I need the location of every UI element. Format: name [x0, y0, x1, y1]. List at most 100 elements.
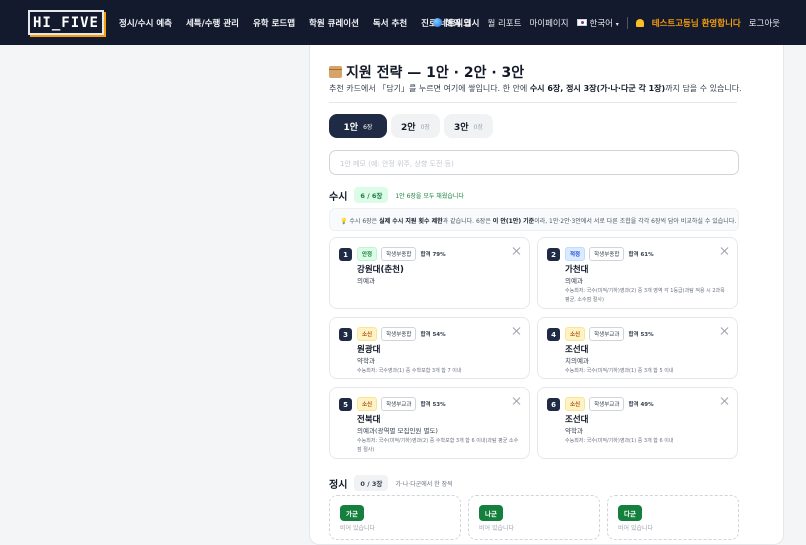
logo[interactable]: HI_FIVE — [28, 10, 104, 35]
card-tags: 안정 학생부종합 합격 79% — [357, 247, 446, 261]
university-name: 가천대 — [565, 265, 589, 275]
welcome-text: 테스트고등님 환영합니다 — [651, 18, 741, 29]
susi-card[interactable]: 1 안정 학생부종합 합격 79% 강원대(춘천) 의예과 — [329, 237, 530, 309]
globe-icon — [433, 17, 443, 27]
group-slot-ga[interactable]: 가군 비어 있습니다 — [329, 495, 461, 540]
group-label: 다군 — [618, 505, 642, 521]
card-number: 5 — [339, 398, 352, 411]
level-tag: 소신 — [357, 397, 378, 411]
susi-title: 수시 — [329, 191, 348, 203]
info-text: 수시 6장은 — [349, 218, 380, 225]
department-name: 약학과 — [565, 427, 583, 435]
university-name: 강원대(춘천) — [357, 265, 404, 275]
close-icon[interactable] — [513, 327, 521, 335]
strategy-panel: 지원 전략 — 1안 · 2안 · 3안 추천 카드에서 「담기」를 누르면 여… — [309, 45, 784, 545]
korea-flag-icon — [576, 18, 587, 26]
susi-card[interactable]: 5 소신 학생부교과 합격 53% 전북대 의예과(광역별 모집인원 별도) 수능최저: 국… — [329, 387, 530, 459]
info-bold-2: 이 안(1안) 기준 — [492, 218, 535, 225]
group-label: 나군 — [479, 505, 503, 521]
card-number: 1 — [339, 248, 352, 261]
card-tags: 소신 학생부종합 합격 54% — [357, 327, 446, 341]
tab-count: 0장 — [473, 123, 483, 131]
jeongsi-title: 정시 — [329, 479, 348, 491]
nav-item-record[interactable]: 세특/수행 관리 — [186, 17, 239, 29]
pass-probability: 합격 54% — [420, 332, 446, 338]
description-end: 까지 담을 수 있습니다. — [665, 84, 742, 93]
admission-type-tag: 학생부교과 — [381, 397, 417, 411]
tab-count: 6장 — [363, 123, 373, 131]
empty-text: 비어 있습니다 — [618, 525, 654, 532]
divider — [329, 102, 737, 103]
tab-plan-3[interactable]: 3안 0장 — [444, 114, 493, 138]
card-number: 3 — [339, 328, 352, 341]
admission-type-tag: 학생부종합 — [589, 247, 625, 261]
page-description: 추천 카드에서 「담기」를 누르면 여기에 쌓입니다. 한 안에 수시 6장, … — [329, 83, 742, 94]
csat-requirement: 수능최저: 국수영과(1) 중 수학포함 3개 합 7 이내 — [357, 368, 462, 374]
department-name: 치의예과 — [565, 357, 589, 365]
susi-card[interactable]: 3 소신 학생부종합 합격 54% 원광대약학과수능최저: 국수영과(1) 중 수학포함… — [329, 317, 530, 379]
level-tag: 소신 — [565, 327, 586, 341]
tab-label: 2안 — [401, 122, 416, 133]
study-abroad-label: 해외 입시 — [445, 18, 480, 29]
card-tags: 소신 학생부교과 합격 49% — [565, 397, 654, 411]
card-number: 6 — [547, 398, 560, 411]
susi-status: 1안 6장을 모두 채웠습니다 — [395, 192, 464, 200]
card-number: 2 — [547, 248, 560, 261]
jeongsi-count-badge: 0 / 3장 — [354, 475, 389, 491]
group-slot-da[interactable]: 다군비어 있습니다 — [607, 495, 739, 540]
group-slot-na[interactable]: 나군비어 있습니다 — [468, 495, 600, 540]
nav-item-study-abroad-roadmap[interactable]: 유학 로드맵 — [253, 17, 295, 29]
language-label: 한국어 — [589, 18, 614, 29]
department-name: 약학과 — [357, 357, 375, 365]
lightbulb-icon: 💡 — [340, 218, 350, 225]
nav-item-academy[interactable]: 학원 큐레이션 — [309, 17, 359, 29]
csat-requirement: 수능최저: 국수(미적/기하)영과(1) 중 3개 합 6 이내 — [565, 438, 674, 444]
logout-link[interactable]: 로그아웃 — [749, 17, 780, 29]
admission-type-tag: 학생부교과 — [589, 397, 625, 411]
university-name: 원광대 — [357, 345, 381, 355]
study-abroad-link[interactable]: 해외 입시 — [433, 17, 479, 29]
main-nav: 정시/수시 예측 세특/수행 관리 유학 로드맵 학원 큐레이션 독서 추천 진… — [112, 17, 478, 29]
pass-probability: 합격 53% — [420, 402, 446, 408]
nav-item-reading[interactable]: 독서 추천 — [373, 17, 407, 29]
page-title: 지원 전략 — 1안 · 2안 · 3안 — [329, 62, 524, 82]
susi-card[interactable]: 2 적정 학생부종합 합격 61% 가천대 의예과 수능최저: 국수(미적/기하)영과(2)… — [537, 237, 738, 309]
nav-item-prediction[interactable]: 정시/수시 예측 — [119, 17, 172, 29]
susi-card[interactable]: 6 소신 학생부교과 합격 49% 조선대 약학과 수능최저: 국수(미적/기하)영과(1)… — [537, 387, 738, 459]
card-tags: 소신 학생부교과 합격 53% — [357, 397, 446, 411]
tab-label: 3안 — [454, 122, 469, 133]
pass-probability: 합격 53% — [628, 332, 654, 338]
bell-icon[interactable] — [635, 18, 644, 27]
top-navigation-bar: HI_FIVE 정시/수시 예측 세특/수행 관리 유학 로드맵 학원 큐레이션… — [0, 0, 806, 45]
department-name: 의예과 — [357, 277, 375, 285]
university-name: 조선대 — [565, 345, 589, 355]
close-icon[interactable] — [721, 247, 729, 255]
close-icon[interactable] — [513, 397, 521, 405]
jeongsi-heading: 정시 0 / 3장 가·나·다군에서 한 장씩 — [329, 475, 453, 491]
close-icon[interactable] — [721, 397, 729, 405]
mypage-link[interactable]: 마이페이지 — [529, 17, 568, 29]
info-text-mid: 과 같습니다. 6장은 — [442, 218, 493, 225]
chevron-down-icon: ▾ — [615, 20, 619, 28]
header-right: 해외 입시 월 리포트 마이페이지 한국어 ▾ 테스트고등님 환영합니다 로그아… — [425, 0, 780, 45]
card-tags: 적정 학생부종합 합격 61% — [565, 247, 654, 261]
tab-label: 1안 — [343, 122, 359, 133]
tab-plan-2[interactable]: 2안 0장 — [391, 114, 440, 138]
tab-plan-1[interactable]: 1안 6장 — [329, 114, 387, 138]
empty-text: 비어 있습니다 — [479, 525, 515, 532]
admission-type-tag: 학생부교과 — [589, 327, 625, 341]
pass-probability: 합격 49% — [628, 402, 654, 408]
csat-requirement: 수능최저: 국수(미적/기하)영과(2) 중 수학포함 3개 합 6 이내(과탐… — [357, 438, 519, 453]
language-select[interactable]: 한국어 ▾ — [576, 17, 619, 29]
monthly-report-link[interactable]: 월 리포트 — [487, 17, 521, 29]
level-tag: 소신 — [357, 327, 378, 341]
close-icon[interactable] — [721, 327, 729, 335]
memo-input[interactable]: 1안 메모 (예: 안정 위주, 상향 도전 등) — [329, 150, 739, 175]
description-text: 추천 카드에서 「담기」를 누르면 여기에 쌓입니다. 한 안에 — [329, 84, 530, 93]
page-title-text: 지원 전략 — 1안 · 2안 · 3안 — [346, 65, 525, 81]
level-tag: 적정 — [565, 247, 586, 261]
university-name: 전북대 — [357, 415, 381, 425]
susi-card[interactable]: 4 소신 학생부교과 합격 53% 조선대 치의예과 수능최저: 국수(미적/기하)영과(1… — [537, 317, 738, 379]
pass-probability: 합격 79% — [420, 252, 446, 258]
close-icon[interactable] — [513, 247, 521, 255]
